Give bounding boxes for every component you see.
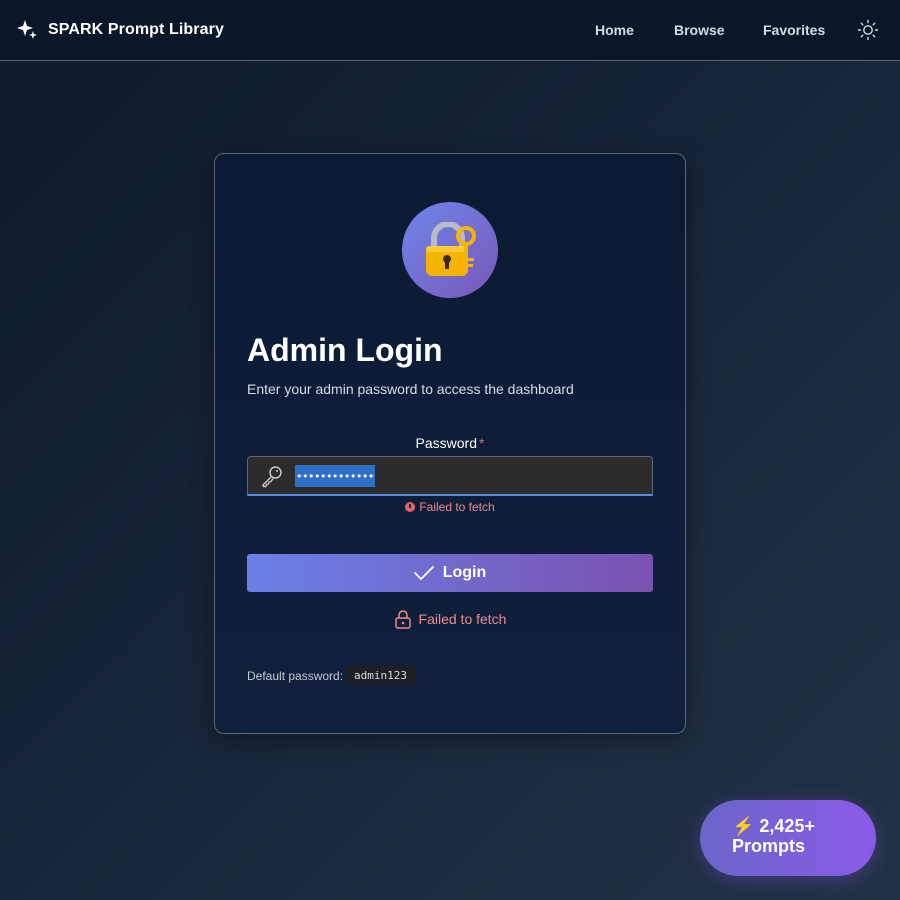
lock-avatar — [402, 202, 498, 298]
password-error: Failed to fetch — [247, 500, 653, 514]
form-error-text: Failed to fetch — [418, 611, 507, 627]
locked-with-key-icon — [426, 222, 476, 276]
default-password-code: admin123 — [346, 666, 416, 685]
prompt-count-badge[interactable]: ⚡ 2,425+ Prompts — [700, 800, 876, 876]
nav-link-browse[interactable]: Browse — [674, 22, 725, 38]
check-icon — [413, 566, 434, 580]
login-button[interactable]: Login — [247, 554, 653, 592]
form-error: Failed to fetch — [247, 609, 653, 629]
password-label-text: Password — [415, 435, 477, 451]
lock-icon — [394, 610, 411, 629]
brand-title: SPARK Prompt Library — [48, 21, 224, 38]
page-title: Admin Login — [247, 332, 443, 368]
default-password-label: Default password: — [247, 668, 344, 683]
login-button-label: Login — [442, 564, 487, 581]
badge-label: Prompts — [732, 836, 806, 856]
password-error-text: Failed to fetch — [419, 500, 495, 514]
brand[interactable]: SPARK Prompt Library — [17, 19, 224, 41]
sparkles-icon — [17, 20, 37, 39]
required-mark: * — [479, 435, 485, 451]
password-label: Password * — [247, 435, 653, 451]
top-navbar: SPARK Prompt Library Home Browse Favorit… — [0, 0, 900, 61]
key-icon — [262, 466, 282, 488]
nav-link-favorites[interactable]: Favorites — [763, 22, 825, 38]
badge-count: ⚡ 2,425+ — [732, 816, 815, 836]
page-subtitle: Enter your admin password to access the … — [247, 381, 574, 397]
password-input[interactable]: ••••••••••••• — [295, 465, 375, 487]
default-password-hint: Default password: admin123 — [247, 666, 416, 685]
sun-icon[interactable] — [857, 19, 879, 41]
password-field[interactable]: ••••••••••••• — [247, 456, 653, 496]
error-icon — [405, 502, 416, 512]
login-card: Admin Login Enter your admin password to… — [214, 153, 686, 734]
nav-link-home[interactable]: Home — [595, 22, 634, 38]
